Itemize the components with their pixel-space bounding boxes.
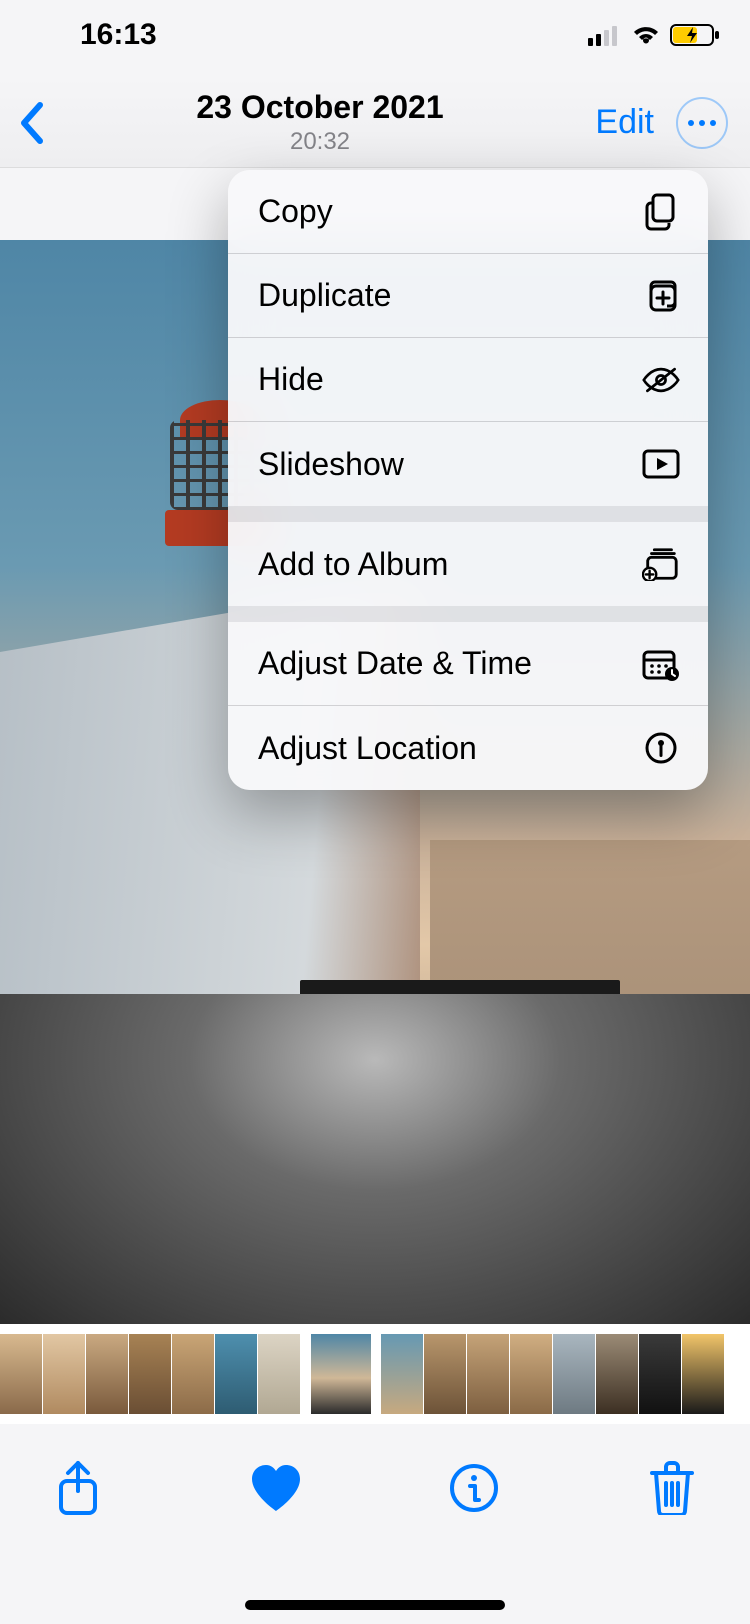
delete-button[interactable]	[640, 1456, 704, 1520]
info-button[interactable]	[442, 1456, 506, 1520]
menu-label: Copy	[258, 193, 333, 230]
copy-icon	[642, 193, 680, 231]
thumbnail[interactable]	[0, 1334, 42, 1414]
cellular-icon	[588, 24, 622, 46]
menu-label: Add to Album	[258, 546, 448, 583]
edit-button[interactable]: Edit	[595, 103, 654, 142]
actions-menu: Copy Duplicate Hide Slideshow	[228, 170, 708, 790]
menu-item-copy[interactable]: Copy	[228, 170, 708, 254]
photo-time-subtitle: 20:32	[290, 128, 350, 156]
menu-label: Slideshow	[258, 446, 404, 483]
menu-label: Hide	[258, 361, 324, 398]
hide-icon	[642, 361, 680, 399]
photo-date-title: 23 October 2021	[196, 89, 443, 126]
thumbnail[interactable]	[510, 1334, 552, 1414]
thumbnail-selected[interactable]	[311, 1334, 371, 1414]
thumbnail[interactable]	[424, 1334, 466, 1414]
favorite-button[interactable]	[244, 1456, 308, 1520]
thumbnail[interactable]	[43, 1334, 85, 1414]
thumbnail[interactable]	[682, 1334, 724, 1414]
wifi-icon	[630, 23, 662, 47]
thumbnail[interactable]	[129, 1334, 171, 1414]
thumbnail[interactable]	[215, 1334, 257, 1414]
menu-item-slideshow[interactable]: Slideshow	[228, 422, 708, 506]
thumbnail[interactable]	[553, 1334, 595, 1414]
menu-label: Adjust Location	[258, 730, 477, 767]
ellipsis-icon	[688, 120, 716, 126]
slideshow-icon	[642, 445, 680, 483]
nav-bar: 23 October 2021 20:32 Edit	[0, 78, 750, 168]
thumbnail-strip[interactable]	[0, 1324, 750, 1424]
adjust-date-icon	[642, 645, 680, 683]
nav-title-group: 23 October 2021 20:32	[110, 89, 530, 156]
thumbnail[interactable]	[639, 1334, 681, 1414]
back-button[interactable]	[18, 101, 44, 145]
status-indicators	[588, 23, 720, 47]
thumbnail[interactable]	[258, 1334, 300, 1414]
home-indicator[interactable]	[245, 1600, 505, 1610]
menu-item-adjust-location[interactable]: Adjust Location	[228, 706, 708, 790]
menu-item-duplicate[interactable]: Duplicate	[228, 254, 708, 338]
more-button[interactable]	[676, 97, 728, 149]
status-bar: 16:13	[0, 0, 750, 70]
menu-item-adjust-date[interactable]: Adjust Date & Time	[228, 622, 708, 706]
duplicate-icon	[642, 277, 680, 315]
menu-label: Adjust Date & Time	[258, 645, 532, 682]
bottom-toolbar	[0, 1434, 750, 1624]
thumbnail[interactable]	[86, 1334, 128, 1414]
status-time: 16:13	[30, 18, 157, 52]
battery-icon	[670, 23, 720, 47]
thumbnail[interactable]	[381, 1334, 423, 1414]
thumbnail[interactable]	[172, 1334, 214, 1414]
thumbnail[interactable]	[596, 1334, 638, 1414]
adjust-location-icon	[642, 729, 680, 767]
menu-item-hide[interactable]: Hide	[228, 338, 708, 422]
thumbnail[interactable]	[467, 1334, 509, 1414]
menu-label: Duplicate	[258, 277, 391, 314]
menu-item-add-to-album[interactable]: Add to Album	[228, 522, 708, 606]
share-button[interactable]	[46, 1456, 110, 1520]
add-album-icon	[642, 545, 680, 583]
